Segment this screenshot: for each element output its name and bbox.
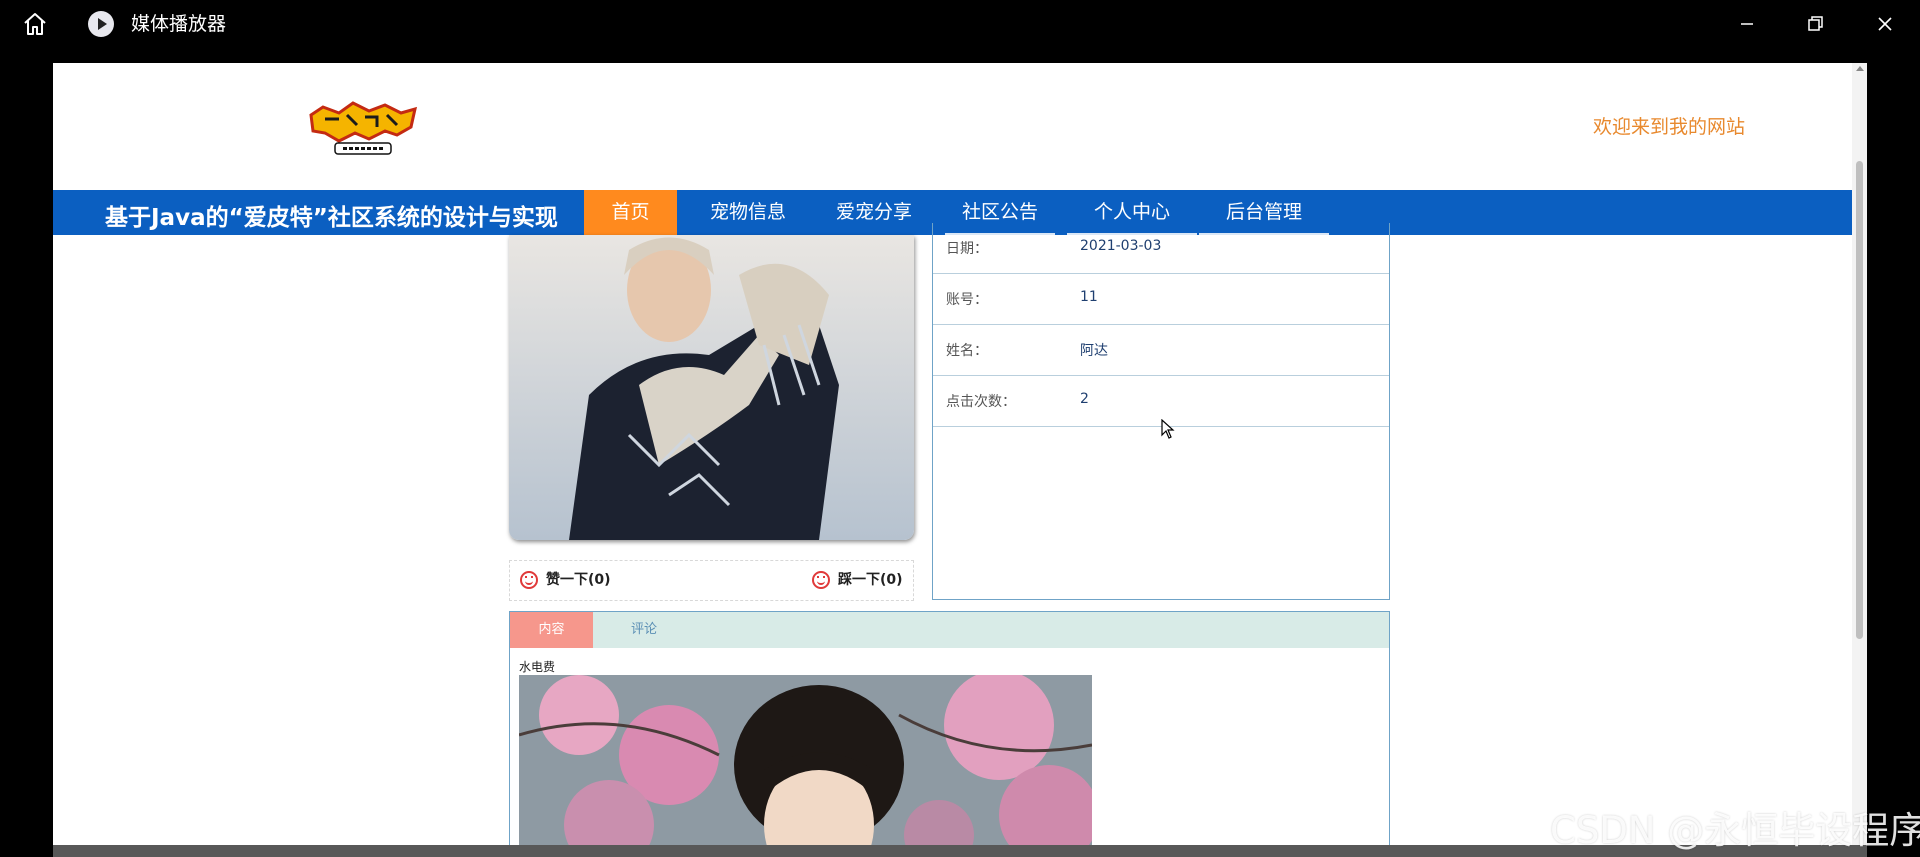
scroll-up-icon[interactable] [1856, 66, 1864, 71]
detail-row-date: 日期： 2021-03-03 [933, 223, 1389, 274]
minimize-icon[interactable] [1732, 10, 1762, 38]
content-text: 水电费 [519, 660, 556, 674]
close-icon[interactable] [1870, 10, 1900, 38]
welcome-text: 欢迎来到我的网站 [1593, 116, 1746, 138]
smile-icon [520, 571, 538, 589]
smile-icon [812, 571, 830, 589]
detail-value: 2 [1080, 391, 1089, 407]
nav-item-home[interactable]: 首页 [584, 190, 677, 235]
tab-bar: 内容 评论 [510, 612, 1389, 648]
like-button[interactable]: 赞一下(0) [520, 571, 611, 589]
like-label: 赞一下(0) [546, 572, 611, 588]
detail-label: 日期： [946, 241, 988, 257]
nav-item-pet-info[interactable]: 宠物信息 [693, 190, 803, 235]
watermark: CSDN @永恒毕设程序 [1550, 809, 1920, 852]
detail-row-name: 姓名： 阿达 [933, 325, 1389, 376]
nav-item-label: 后台管理 [1225, 201, 1302, 223]
scrollbar-thumb[interactable] [1856, 161, 1863, 639]
detail-label: 点击次数： [946, 394, 1016, 410]
window-title: 媒体播放器 [131, 13, 227, 35]
nav-item-label: 社区公告 [961, 201, 1038, 223]
detail-row-account: 账号： 11 [933, 274, 1389, 325]
mouse-cursor-icon [1161, 419, 1175, 439]
content-photo [519, 675, 1092, 857]
pet-photo [509, 235, 914, 540]
site-logo[interactable] [305, 99, 421, 157]
dislike-label: 踩一下(0) [838, 572, 903, 588]
detail-value: 阿达 [1080, 343, 1108, 359]
home-icon[interactable] [22, 12, 48, 36]
detail-value: 2021-03-03 [1080, 238, 1162, 254]
window-titlebar: 媒体播放器 [0, 0, 1920, 48]
detail-value: 11 [1080, 289, 1098, 305]
tab-content[interactable]: 内容 [510, 612, 593, 648]
site-title: 基于Java的“爱皮特”社区系统的设计与实现 [105, 205, 558, 231]
detail-label: 账号： [946, 292, 988, 308]
nav-item-pet-share[interactable]: 爱宠分享 [819, 190, 929, 235]
tab-comments[interactable]: 评论 [610, 612, 678, 648]
media-player-icon [88, 11, 114, 37]
vote-box: 赞一下(0) 踩一下(0) [509, 560, 914, 601]
dislike-button[interactable]: 踩一下(0) [812, 571, 903, 589]
restore-icon[interactable] [1800, 10, 1830, 38]
nav-item-label: 个人中心 [1093, 201, 1170, 223]
vertical-scrollbar[interactable] [1852, 63, 1867, 857]
web-page: 欢迎来到我的网站 基于Java的“爱皮特”社区系统的设计与实现 首页 宠物信息 … [53, 63, 1867, 857]
content-tabs: 内容 评论 水电费 [509, 611, 1390, 857]
detail-info-panel: 日期： 2021-03-03 账号： 11 姓名： 阿达 点击次数： 2 [932, 223, 1390, 600]
detail-label: 姓名： [946, 343, 988, 359]
